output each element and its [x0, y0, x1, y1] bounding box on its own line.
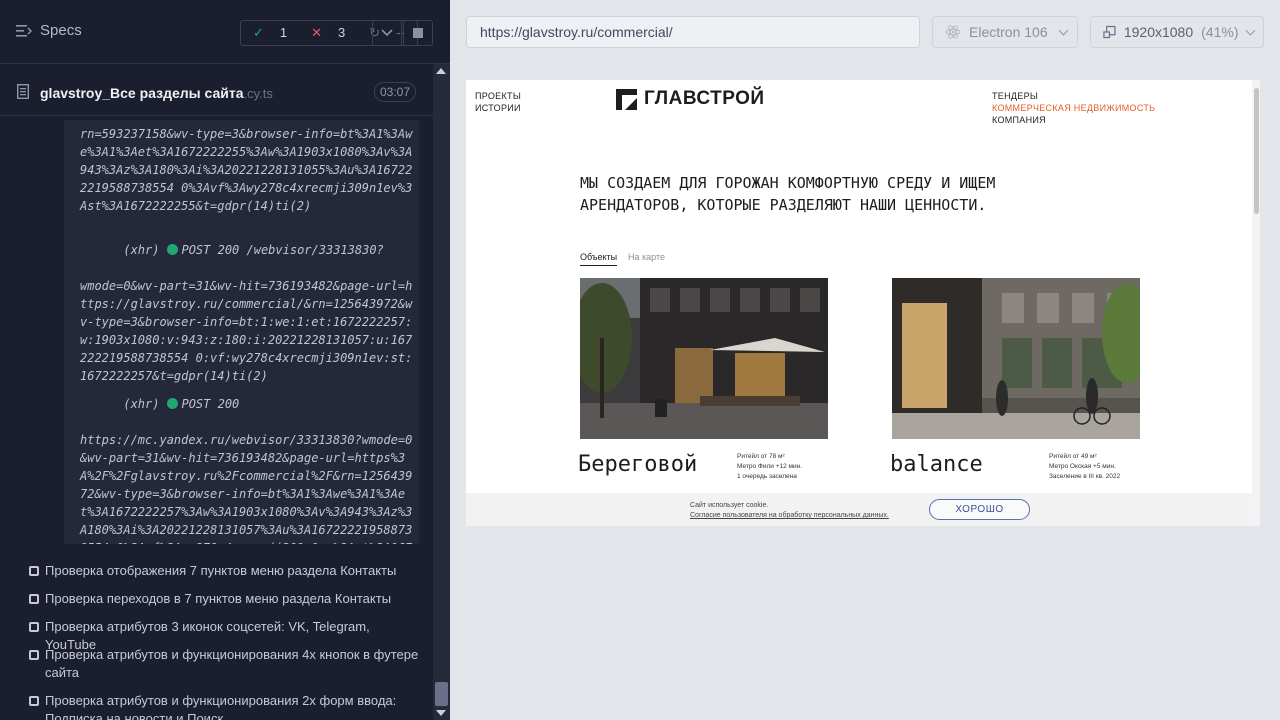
- iframe-scrollbar[interactable]: [1252, 80, 1260, 526]
- site-logo[interactable]: ГЛАВСТРОЙ: [616, 88, 765, 110]
- reporter-header: Specs ✓ 1 ✕ 3 ↻ --: [0, 0, 450, 64]
- electron-icon: [945, 25, 961, 39]
- chevron-down-icon: [1244, 25, 1255, 35]
- viewport-icon: [1103, 25, 1116, 39]
- reporter-scrollbar[interactable]: [433, 64, 450, 720]
- pending-test-icon: [29, 566, 39, 576]
- test-title: Проверка атрибутов и функционирования 2х…: [45, 693, 397, 720]
- card-title[interactable]: balance: [890, 452, 983, 477]
- page-headline: МЫ СОЗДАЕМ ДЛЯ ГОРОЖАН КОМФОРТНУЮ СРЕДУ …: [580, 174, 996, 214]
- browser-name: Electron 106: [969, 24, 1048, 40]
- card-image-beregovoy[interactable]: [580, 278, 828, 439]
- test-item[interactable]: Проверка отображения 7 пунктов меню разд…: [29, 562, 419, 580]
- log-body: wmode=0&wv-part=31&wv-hit=736193482&page…: [80, 279, 413, 383]
- glavstroy-logo-icon: [616, 88, 637, 110]
- logo-text: ГЛАВСТРОЙ: [644, 88, 765, 109]
- stop-button[interactable]: [403, 20, 433, 46]
- log-method: POST 200 /webvisor/33313830?: [181, 243, 384, 257]
- failed-stat: ✕ 3: [299, 25, 357, 41]
- command-log: rn=593237158&wv-type=3&browser-info=bt%3…: [0, 120, 433, 544]
- nav-link-tenders[interactable]: ТЕНДЕРЫ: [992, 90, 1038, 102]
- card-description: Ритейл от 49 м² Метро Окская +5 мин. Зас…: [1049, 453, 1121, 480]
- menu-icon: [16, 24, 32, 37]
- failed-count: 3: [338, 25, 346, 40]
- browser-selector[interactable]: Electron 106: [932, 16, 1078, 48]
- specs-button[interactable]: Specs: [16, 22, 82, 39]
- status-dot-icon: [167, 398, 179, 409]
- scroll-up-icon[interactable]: [436, 68, 446, 74]
- cookie-consent-link[interactable]: Согласие пользователя на обработку персо…: [690, 512, 889, 519]
- app-iframe[interactable]: ПРОЕКТЫ ИСТОРИИ ГЛАВСТРОЙ ТЕНДЕРЫ КОММЕР…: [466, 80, 1260, 526]
- aut-panel: https://glavstroy.ru/commercial/ Electro…: [450, 0, 1280, 720]
- building-photo: [892, 278, 1140, 439]
- chevron-down-icon: [1058, 25, 1069, 35]
- spec-name-text: glavstroy_Все разделы сайта: [40, 85, 244, 101]
- passed-count: 1: [279, 25, 288, 40]
- nav-link-commercial[interactable]: КОММЕРЧЕСКАЯ НЕДВИЖИМОСТЬ: [992, 102, 1155, 114]
- log-entry[interactable]: (xhr) POST 200 https://mc.yandex.ru/webvi…: [80, 377, 416, 544]
- spec-name[interactable]: glavstroy_Все разделы сайта.cy.ts: [40, 85, 273, 101]
- file-icon: [17, 84, 29, 99]
- card-title[interactable]: Береговой: [578, 452, 697, 477]
- nav-link-company[interactable]: КОМПАНИЯ: [992, 114, 1046, 126]
- log-body: https://mc.yandex.ru/webvisor/33313830?w…: [80, 433, 413, 544]
- nav-link-stories[interactable]: ИСТОРИИ: [475, 102, 521, 114]
- log-type: (xhr): [123, 397, 160, 411]
- cookie-banner: Сайт использует cookie. Согласие пользов…: [466, 493, 1252, 526]
- card-description: Ритейл от 78 м² Метро Фили +12 мин. 1 оч…: [737, 453, 803, 480]
- status-dot-icon: [167, 244, 179, 255]
- pending-test-icon: [29, 650, 39, 660]
- card-image-balance[interactable]: [892, 278, 1140, 439]
- test-title: Проверка отображения 7 пунктов меню разд…: [45, 563, 397, 578]
- iframe-scroll-thumb[interactable]: [1254, 88, 1259, 214]
- cookie-text: Сайт использует cookie.: [690, 502, 769, 509]
- log-entry[interactable]: rn=593237158&wv-type=3&browser-info=bt%3…: [80, 125, 416, 215]
- test-title: Проверка атрибутов и функционирования 4х…: [45, 647, 419, 680]
- spec-title-row: glavstroy_Все разделы сайта.cy.ts 03:07: [0, 72, 433, 116]
- viewport-selector[interactable]: 1920x1080 (41%): [1090, 16, 1264, 48]
- log-type: (xhr): [123, 243, 160, 257]
- pending-test-icon: [29, 594, 39, 604]
- pending-test-icon: [29, 696, 39, 706]
- log-method: POST 200: [181, 397, 240, 411]
- tab-objects[interactable]: Объекты: [580, 252, 618, 266]
- scroll-thumb[interactable]: [435, 682, 448, 706]
- log-entry[interactable]: (xhr) POST 200 /webvisor/33313830? wmode=…: [80, 223, 416, 403]
- tab-map[interactable]: На карте: [628, 252, 665, 262]
- specs-label: Specs: [40, 22, 82, 39]
- cookie-accept-button[interactable]: ХОРОШО: [929, 499, 1030, 520]
- url-bar[interactable]: https://glavstroy.ru/commercial/: [466, 16, 920, 48]
- nav-link-projects[interactable]: ПРОЕКТЫ: [475, 90, 521, 102]
- chevron-down-icon: [381, 29, 393, 37]
- spec-duration: 03:07: [374, 82, 417, 102]
- check-icon: ✓: [253, 25, 264, 40]
- spec-extension: .cy.ts: [243, 86, 273, 101]
- building-photo: [580, 278, 828, 439]
- stop-icon: [413, 28, 423, 38]
- cross-icon: ✕: [311, 25, 323, 40]
- test-item[interactable]: Проверка переходов в 7 пунктов меню разд…: [29, 590, 419, 608]
- test-item[interactable]: Проверка атрибутов и функционирования 4х…: [29, 646, 419, 682]
- test-item[interactable]: Проверка атрибутов и функционирования 2х…: [29, 692, 419, 720]
- reporter-panel: Specs ✓ 1 ✕ 3 ↻ -- glavstroy_Все разделы са…: [0, 0, 450, 720]
- scroll-down-icon[interactable]: [436, 710, 446, 716]
- pending-test-icon: [29, 622, 39, 632]
- viewport-size: 1920x1080: [1123, 24, 1194, 40]
- viewport-scale: (41%): [1201, 24, 1239, 40]
- passed-stat: ✓ 1: [241, 25, 299, 41]
- toggle-auto-scroll-button[interactable]: [372, 20, 402, 46]
- test-title: Проверка переходов в 7 пунктов меню разд…: [45, 591, 392, 606]
